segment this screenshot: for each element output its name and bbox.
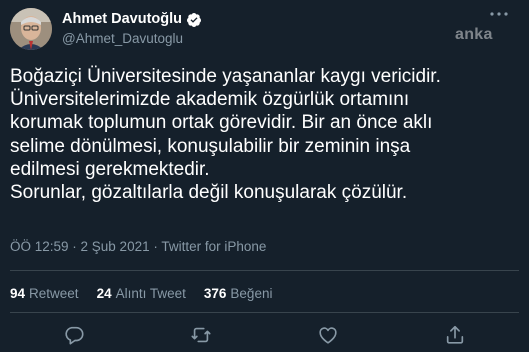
tweet-meta: ÖÖ 12:59 · 2 Şub 2021 · Twitter for iPho… bbox=[10, 239, 266, 255]
like-count: 376 bbox=[203, 286, 227, 301]
tweet-stats: 94 Retweet 24 Alıntı Tweet 376 Beğeni bbox=[10, 286, 290, 302]
tweet-text-line: Üniversitelerimizde akademik özgürlük or… bbox=[10, 89, 410, 111]
divider bbox=[10, 270, 519, 271]
tweet-text-line: Sorunlar, gözaltılarla değil konuşularak… bbox=[10, 182, 408, 204]
reply-icon[interactable] bbox=[63, 324, 85, 346]
tweet-text-line: korumak toplumun ortak görevidir. Bir an… bbox=[10, 112, 433, 134]
action-bar bbox=[0, 318, 529, 352]
quote-stat[interactable]: 24 Alıntı Tweet bbox=[97, 286, 186, 302]
like-label: Beğeni bbox=[230, 286, 273, 301]
tweet-text-line: selime dönülmesi, konuşulabilir bir zemi… bbox=[10, 135, 411, 157]
divider bbox=[10, 312, 519, 313]
retweet-label: Retweet bbox=[29, 286, 79, 301]
tweet-text-line: Boğaziçi Üniversitesinde yaşananlar kayg… bbox=[10, 66, 441, 87]
quote-label: Alıntı Tweet bbox=[115, 286, 186, 301]
retweet-stat[interactable]: 94 Retweet bbox=[10, 286, 79, 302]
display-name[interactable]: Ahmet Davutoğlu bbox=[62, 11, 182, 28]
more-icon[interactable] bbox=[484, 8, 514, 26]
like-stat[interactable]: 376 Beğeni bbox=[204, 286, 273, 302]
user-handle[interactable]: @Ahmet_Davutoglu bbox=[62, 31, 183, 47]
retweet-icon[interactable] bbox=[190, 324, 212, 346]
watermark-logo: anka bbox=[455, 26, 493, 43]
tweet-card: Ahmet Davutoğlu @Ahmet_Davutoglu anka Bo… bbox=[0, 0, 529, 352]
tweet-source[interactable]: Twitter for iPhone bbox=[161, 239, 266, 254]
share-icon[interactable] bbox=[444, 324, 466, 346]
verified-badge-icon bbox=[186, 12, 202, 28]
heart-icon[interactable] bbox=[317, 324, 339, 346]
avatar[interactable] bbox=[10, 8, 52, 50]
tweet-text: Boğaziçi Üniversitesinde yaşananlar kayg… bbox=[10, 65, 515, 204]
retweet-count: 94 bbox=[10, 286, 26, 301]
timestamp[interactable]: ÖÖ 12:59 · 2 Şub 2021 · bbox=[10, 239, 158, 254]
author-name-row: Ahmet Davutoğlu bbox=[62, 11, 202, 28]
quote-count: 24 bbox=[96, 286, 112, 301]
tweet-text-line: edilmesi gerekmektedir. bbox=[10, 158, 210, 180]
